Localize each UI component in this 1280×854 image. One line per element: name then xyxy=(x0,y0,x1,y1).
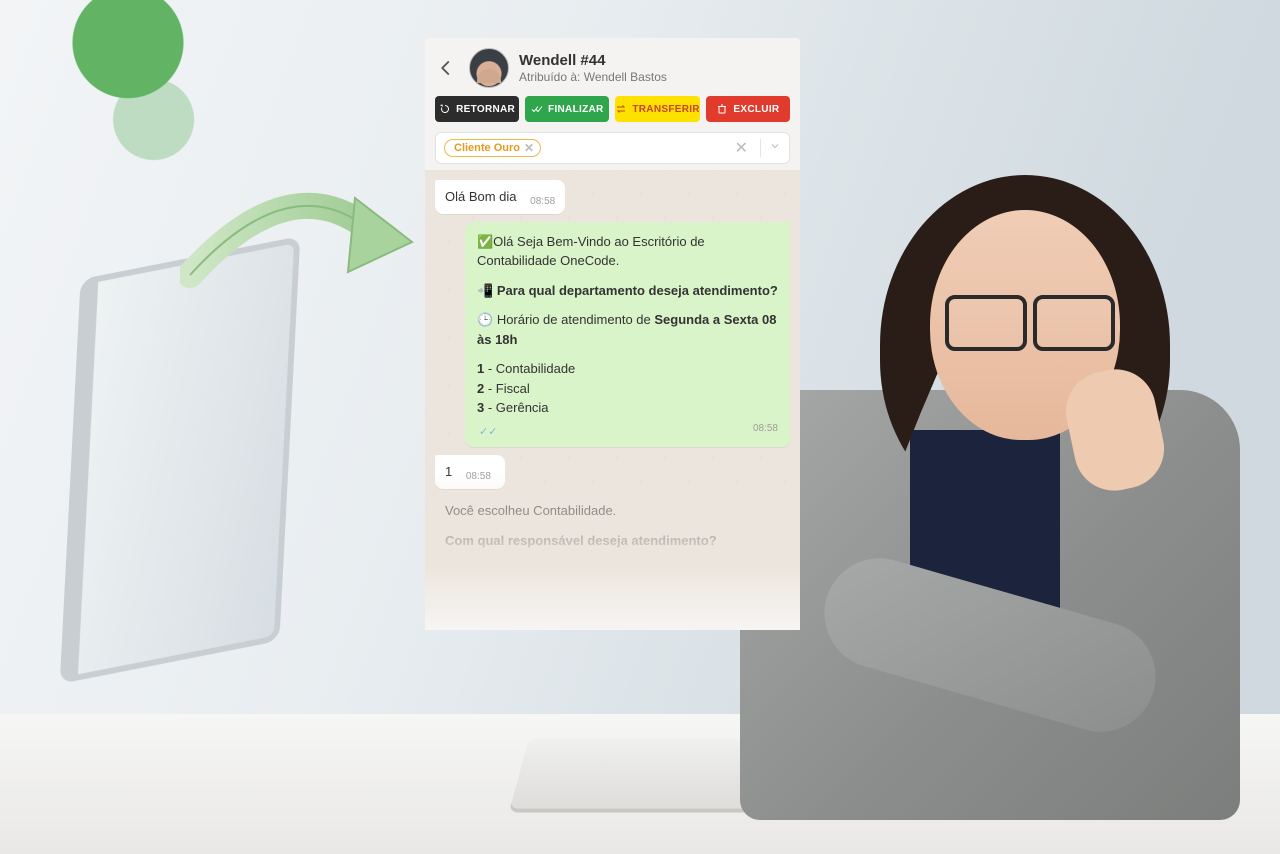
responsible-question: Com qual responsável deseja atendimento? xyxy=(445,533,717,548)
chosen-line: Você escolheu Contabilidade. xyxy=(445,501,749,521)
chat-header: Wendell #44 Atribuído à: Wendell Bastos xyxy=(425,38,800,96)
chat-panel: Wendell #44 Atribuído à: Wendell Bastos … xyxy=(425,38,800,630)
message-outgoing-faded: Você escolheu Contabilidade. Com qual re… xyxy=(435,497,755,581)
message-time: 08:58 xyxy=(753,421,778,436)
phone-icon: 📲 xyxy=(477,283,493,298)
back-button[interactable] xyxy=(433,55,459,81)
undo-icon xyxy=(439,103,451,115)
clock-icon: 🕒 xyxy=(477,312,493,327)
message-time: 08:58 xyxy=(466,471,491,482)
hours-pre: Horário de atendimento de xyxy=(497,312,655,327)
welcome-line: ✅Olá Seja Bem-Vindo ao Escritório de Con… xyxy=(477,232,778,271)
action-row: RETORNAR FINALIZAR TRANSFERIR EXCLUIR xyxy=(425,96,800,132)
curved-arrow-icon xyxy=(180,180,420,300)
message-text: Olá Bom dia xyxy=(445,189,517,204)
read-ticks-icon: ✓✓ xyxy=(479,426,497,438)
contact-title: Wendell #44 xyxy=(519,52,667,70)
tag-chip-label: Cliente Ouro xyxy=(454,142,520,154)
clear-tags-button[interactable]: ✕ xyxy=(731,138,752,158)
transfer-label: TRANSFERIR xyxy=(632,104,699,115)
responsible-opt1: 1 - Wendell Bastos xyxy=(445,561,749,581)
messages-area[interactable]: Olá Bom dia 08:58 ✅Olá Seja Bem-Vindo ao… xyxy=(425,170,800,630)
trash-icon xyxy=(716,103,728,115)
opt1-text: - Contabilidade xyxy=(484,361,575,376)
contact-avatar[interactable] xyxy=(469,48,509,88)
check-all-icon xyxy=(531,103,543,115)
delete-label: EXCLUIR xyxy=(733,104,779,115)
message-incoming: 1 08:58 xyxy=(435,455,505,489)
tags-dropdown-toggle[interactable] xyxy=(760,139,781,157)
finish-button[interactable]: FINALIZAR xyxy=(525,96,609,122)
opt3-text: - Gerência xyxy=(484,400,548,415)
return-button[interactable]: RETORNAR xyxy=(435,96,519,122)
message-incoming: Olá Bom dia 08:58 xyxy=(435,180,565,214)
chevron-left-icon xyxy=(437,59,455,77)
transfer-button[interactable]: TRANSFERIR xyxy=(615,96,699,122)
opt2-text: - Fiscal xyxy=(484,381,530,396)
message-outgoing: ✅Olá Seja Bem-Vindo ao Escritório de Con… xyxy=(465,222,790,448)
message-time: 08:58 xyxy=(530,196,555,207)
message-text: 1 xyxy=(445,464,452,479)
tag-input[interactable]: Cliente Ouro ✕ ✕ xyxy=(435,132,790,164)
contact-subtitle: Atribuído à: Wendell Bastos xyxy=(519,70,667,84)
scene-background: Wendell #44 Atribuído à: Wendell Bastos … xyxy=(0,0,1280,854)
department-question: Para qual departamento deseja atendiment… xyxy=(497,283,778,298)
return-label: RETORNAR xyxy=(456,104,515,115)
computer-monitor xyxy=(60,236,301,684)
finish-label: FINALIZAR xyxy=(548,104,603,115)
swap-icon xyxy=(615,103,627,115)
tag-chip-remove[interactable]: ✕ xyxy=(524,142,534,154)
chevron-down-icon xyxy=(769,140,781,152)
tag-chip-cliente-ouro[interactable]: Cliente Ouro ✕ xyxy=(444,139,541,157)
delete-button[interactable]: EXCLUIR xyxy=(706,96,790,122)
